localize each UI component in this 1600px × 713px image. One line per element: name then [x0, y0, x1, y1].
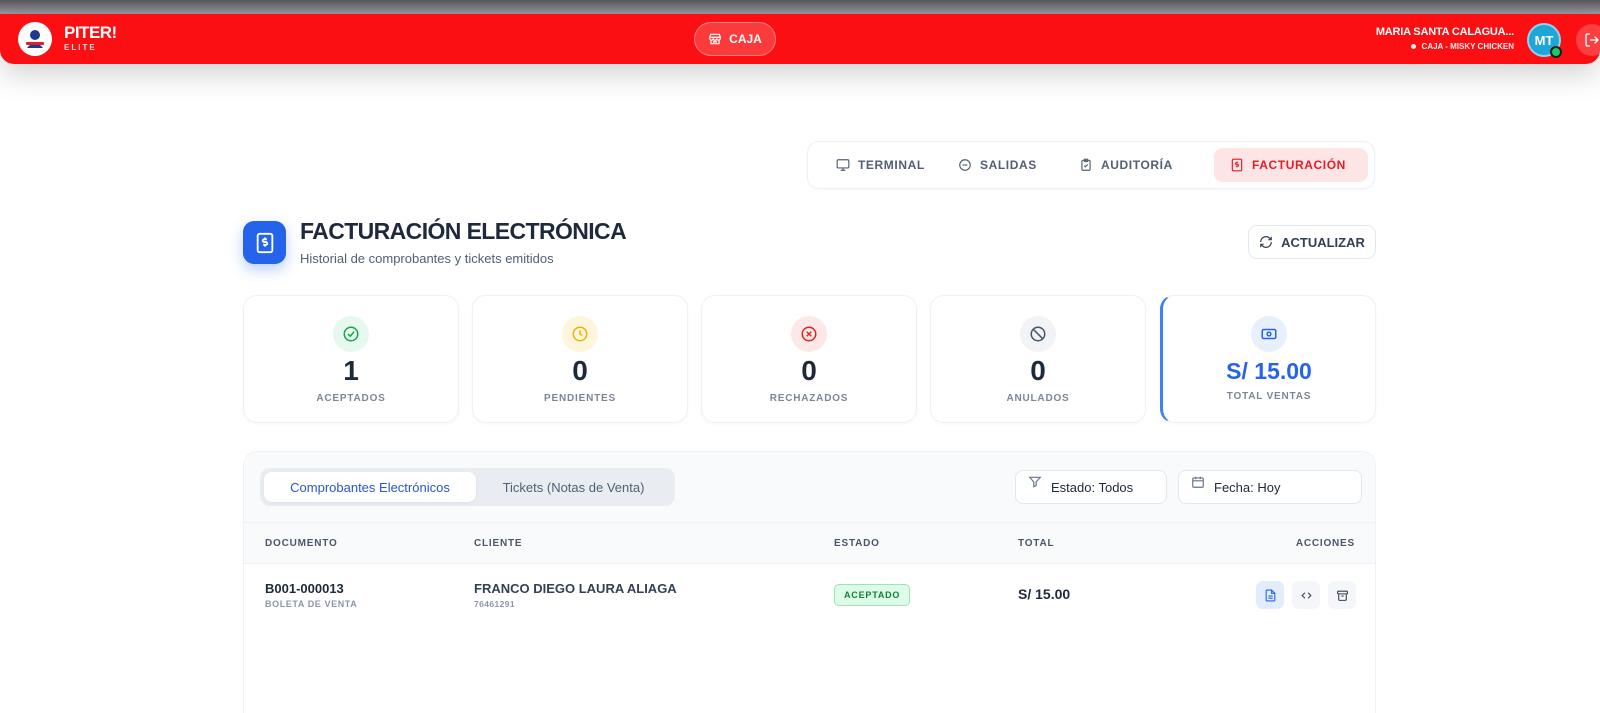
stat-value: 1: [343, 355, 359, 386]
client-name: FRANCO DIEGO LAURA ALIAGA: [474, 581, 677, 596]
column-header-cliente: CLIENTE: [474, 538, 523, 549]
user-role: CAJA - MISKY CHICKEN: [1376, 42, 1514, 51]
stat-value: 0: [801, 355, 817, 386]
page-title: FACTURACIÓN ELECTRÓNICA: [300, 218, 627, 244]
tab-salidas[interactable]: SALIDAS: [942, 148, 1053, 182]
stat-label: PENDIENTES: [544, 393, 616, 404]
fecha-filter-label: Fecha: Hoy: [1214, 480, 1281, 495]
caja-button[interactable]: CAJA: [694, 22, 776, 56]
documents-panel: Comprobantes Electrónicos Tickets (Notas…: [243, 451, 1376, 713]
avatar-initials: MT: [1534, 32, 1554, 48]
tab-comprobantes[interactable]: Comprobantes Electrónicos: [264, 472, 476, 502]
view-xml-button[interactable]: [1292, 581, 1320, 609]
refresh-icon: [1260, 236, 1272, 248]
stat-card-total-ventas: S/ 15.00 TOTAL VENTAS: [1160, 295, 1376, 423]
page-subtitle: Historial de comprobantes y tickets emit…: [300, 251, 554, 266]
refresh-button-label: ACTUALIZAR: [1281, 234, 1365, 250]
stat-value: S/ 15.00: [1226, 358, 1312, 384]
tab-terminal-label: TERMINAL: [858, 158, 925, 172]
stat-value: 0: [1030, 355, 1046, 386]
column-header-estado: ESTADO: [834, 538, 880, 549]
archive-icon: [1336, 590, 1348, 601]
mascot-icon: [26, 30, 44, 48]
clock-icon: [572, 326, 588, 342]
row-total: S/ 15.00: [1018, 586, 1071, 602]
tab-facturacion[interactable]: FACTURACIÓN: [1214, 148, 1368, 182]
stat-label: ANULADOS: [1006, 393, 1070, 404]
store-icon: [709, 33, 721, 45]
caja-button-label: CAJA: [729, 32, 762, 46]
user-name: MARIA SANTA CALAGUA...: [1375, 26, 1514, 38]
stat-icon-wrap: [1251, 316, 1287, 352]
logout-icon: [1585, 33, 1599, 47]
stat-icon-wrap: [1020, 316, 1056, 352]
avatar[interactable]: MT: [1527, 23, 1562, 58]
table-row[interactable]: B001-000013 BOLETA DE VENTA FRANCO DIEGO…: [244, 564, 1375, 628]
top-navigation-bar: PITER! ELITE CAJA MARIA SANTA CALAGUA...…: [0, 14, 1600, 64]
client-id: 76461291: [474, 599, 516, 609]
minus-circle-icon: [959, 159, 971, 171]
status-dot-icon: [1410, 44, 1416, 49]
stat-label: TOTAL VENTAS: [1226, 391, 1312, 402]
check-circle-icon: [343, 326, 359, 342]
column-header-documento: DOCUMENTO: [265, 538, 338, 549]
tab-auditoria-label: AUDITORÍA: [1101, 158, 1173, 172]
online-status-icon: [1550, 46, 1562, 58]
archive-button[interactable]: [1328, 581, 1356, 609]
invoice-icon: [1231, 158, 1243, 172]
estado-filter-label: Estado: Todos: [1051, 480, 1134, 495]
stat-label: ACEPTADOS: [316, 393, 386, 404]
document-type-switch: Comprobantes Electrónicos Tickets (Notas…: [260, 468, 675, 506]
stat-card-anulados: 0 ANULADOS: [930, 295, 1146, 423]
stat-icon-wrap: [791, 316, 827, 352]
filter-icon: [1028, 476, 1042, 488]
tab-auditoria[interactable]: AUDITORÍA: [1063, 148, 1189, 182]
banknote-icon: [1261, 328, 1277, 340]
stat-icon-wrap: [562, 316, 598, 352]
document-type: BOLETA DE VENTA: [265, 599, 358, 609]
code-icon: [1300, 591, 1312, 599]
column-header-acciones: ACCIONES: [1295, 538, 1355, 549]
status-badge: ACEPTADO: [834, 584, 911, 606]
brand: PITER! ELITE: [64, 23, 117, 53]
panel-toolbar: Comprobantes Electrónicos Tickets (Notas…: [244, 452, 1375, 522]
stat-label: RECHAZADOS: [769, 393, 849, 404]
ban-icon: [1030, 326, 1046, 342]
refresh-button[interactable]: ACTUALIZAR: [1248, 225, 1376, 259]
monitor-icon: [836, 159, 850, 171]
brand-name: PITER!: [64, 23, 117, 42]
table-header: DOCUMENTO CLIENTE ESTADO TOTAL ACCIONES: [244, 522, 1375, 564]
stat-icon-wrap: [333, 316, 369, 352]
tab-terminal[interactable]: TERMINAL: [820, 148, 941, 182]
window-top-strip: [0, 0, 1600, 14]
view-pdf-button[interactable]: [1256, 581, 1284, 609]
x-circle-icon: [801, 326, 817, 342]
stat-card-aceptados: 1 ACEPTADOS: [243, 295, 459, 423]
brand-subtitle: ELITE: [64, 43, 97, 52]
file-icon: [1265, 589, 1275, 601]
brand-logo[interactable]: [18, 22, 52, 56]
tab-tickets[interactable]: Tickets (Notas de Venta): [476, 472, 671, 502]
column-header-total: TOTAL: [1018, 538, 1055, 549]
document-number: B001-000013: [265, 581, 344, 596]
stat-card-pendientes: 0 PENDIENTES: [472, 295, 688, 423]
stat-card-rechazados: 0 RECHAZADOS: [701, 295, 917, 423]
tab-facturacion-label: FACTURACIÓN: [1252, 158, 1346, 172]
fecha-filter[interactable]: Fecha: Hoy: [1178, 470, 1362, 504]
page-icon: [243, 221, 286, 264]
clipboard-icon: [1081, 158, 1091, 171]
user-role-label: CAJA - MISKY CHICKEN: [1421, 42, 1514, 51]
section-tabs: TERMINAL SALIDAS AUDITORÍA FACTURACIÓN: [807, 141, 1375, 189]
user-info[interactable]: MARIA SANTA CALAGUA... CAJA - MISKY CHIC…: [1376, 26, 1514, 51]
stat-value: 0: [572, 355, 588, 386]
logout-button[interactable]: [1576, 24, 1600, 56]
calendar-icon: [1192, 476, 1204, 488]
invoice-icon: [256, 232, 273, 253]
tab-salidas-label: SALIDAS: [980, 158, 1037, 172]
estado-filter[interactable]: Estado: Todos: [1015, 470, 1167, 504]
